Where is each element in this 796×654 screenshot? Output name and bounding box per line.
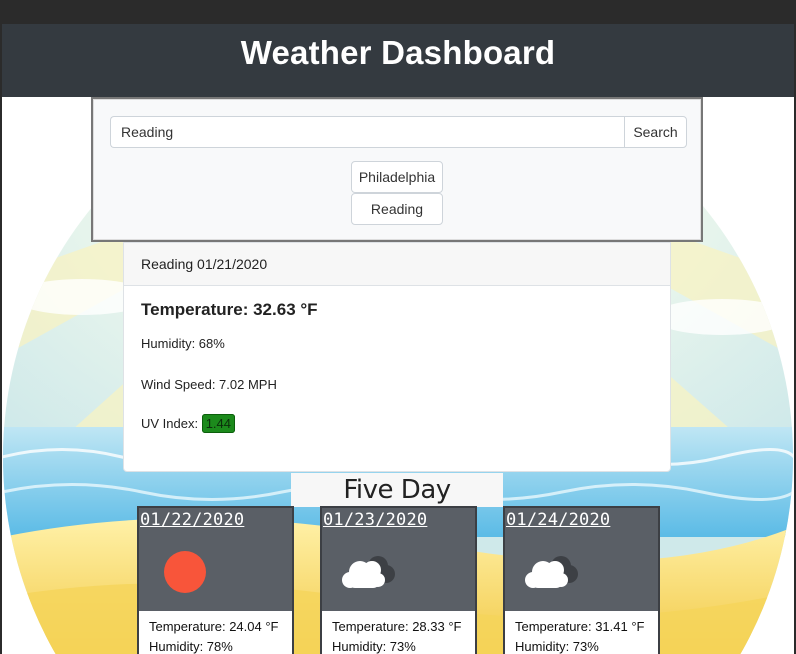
current-humidity: Humidity: 68% — [141, 336, 225, 351]
search-input[interactable] — [110, 116, 624, 148]
cloud-icon — [525, 556, 578, 588]
page-title: Weather Dashboard — [240, 34, 556, 71]
search-card: Search Philadelphia Reading — [91, 97, 703, 242]
uv-index-label: UV Index: — [141, 416, 202, 431]
forecast-date: 01/22/2020 — [140, 510, 245, 530]
page-frame: Weather Dashboard Search Philadelphia Re… — [2, 24, 794, 654]
search-row: Search — [110, 116, 687, 148]
history-button-philadelphia[interactable]: Philadelphia — [351, 161, 443, 193]
forecast-temperature: Temperature: 28.33 °F — [332, 619, 462, 634]
uv-index-badge: 1.44 — [201, 414, 236, 433]
forecast-details: Temperature: 24.04 °F Humidity: 78% — [139, 611, 292, 654]
current-weather-card: Reading 01/21/2020 Temperature: 32.63 °F… — [123, 242, 671, 472]
search-button[interactable]: Search — [624, 116, 687, 148]
forecast-humidity: Humidity: 78% — [149, 639, 233, 654]
forecast-title: Five Day Forecast — [291, 473, 503, 539]
current-weather-header: Reading 01/21/2020 — [124, 243, 670, 286]
forecast-details: Temperature: 28.33 °F Humidity: 73% — [322, 611, 475, 654]
forecast-date: 01/23/2020 — [323, 510, 428, 530]
current-temperature: Temperature: 32.63 °F — [141, 300, 318, 319]
cloud-icon — [342, 556, 395, 588]
forecast-details: Temperature: 31.41 °F Humidity: 73% — [505, 611, 658, 654]
forecast-humidity: Humidity: 73% — [332, 639, 416, 654]
sun-icon — [164, 551, 206, 593]
history-button-reading[interactable]: Reading — [351, 193, 443, 225]
current-uv-index: UV Index: 1.44 — [141, 414, 236, 433]
forecast-card: 01/23/2020 Temperature: 28.33 °F Humidit… — [320, 506, 477, 654]
forecast-humidity: Humidity: 73% — [515, 639, 599, 654]
forecast-date: 01/24/2020 — [506, 510, 611, 530]
forecast-temperature: Temperature: 31.41 °F — [515, 619, 645, 634]
page-header: Weather Dashboard — [2, 24, 794, 97]
forecast-card: 01/22/2020 Temperature: 24.04 °F Humidit… — [137, 506, 294, 654]
forecast-card: 01/24/2020 Temperature: 31.41 °F Humidit… — [503, 506, 660, 654]
forecast-temperature: Temperature: 24.04 °F — [149, 619, 279, 634]
current-wind-speed: Wind Speed: 7.02 MPH — [141, 377, 277, 392]
